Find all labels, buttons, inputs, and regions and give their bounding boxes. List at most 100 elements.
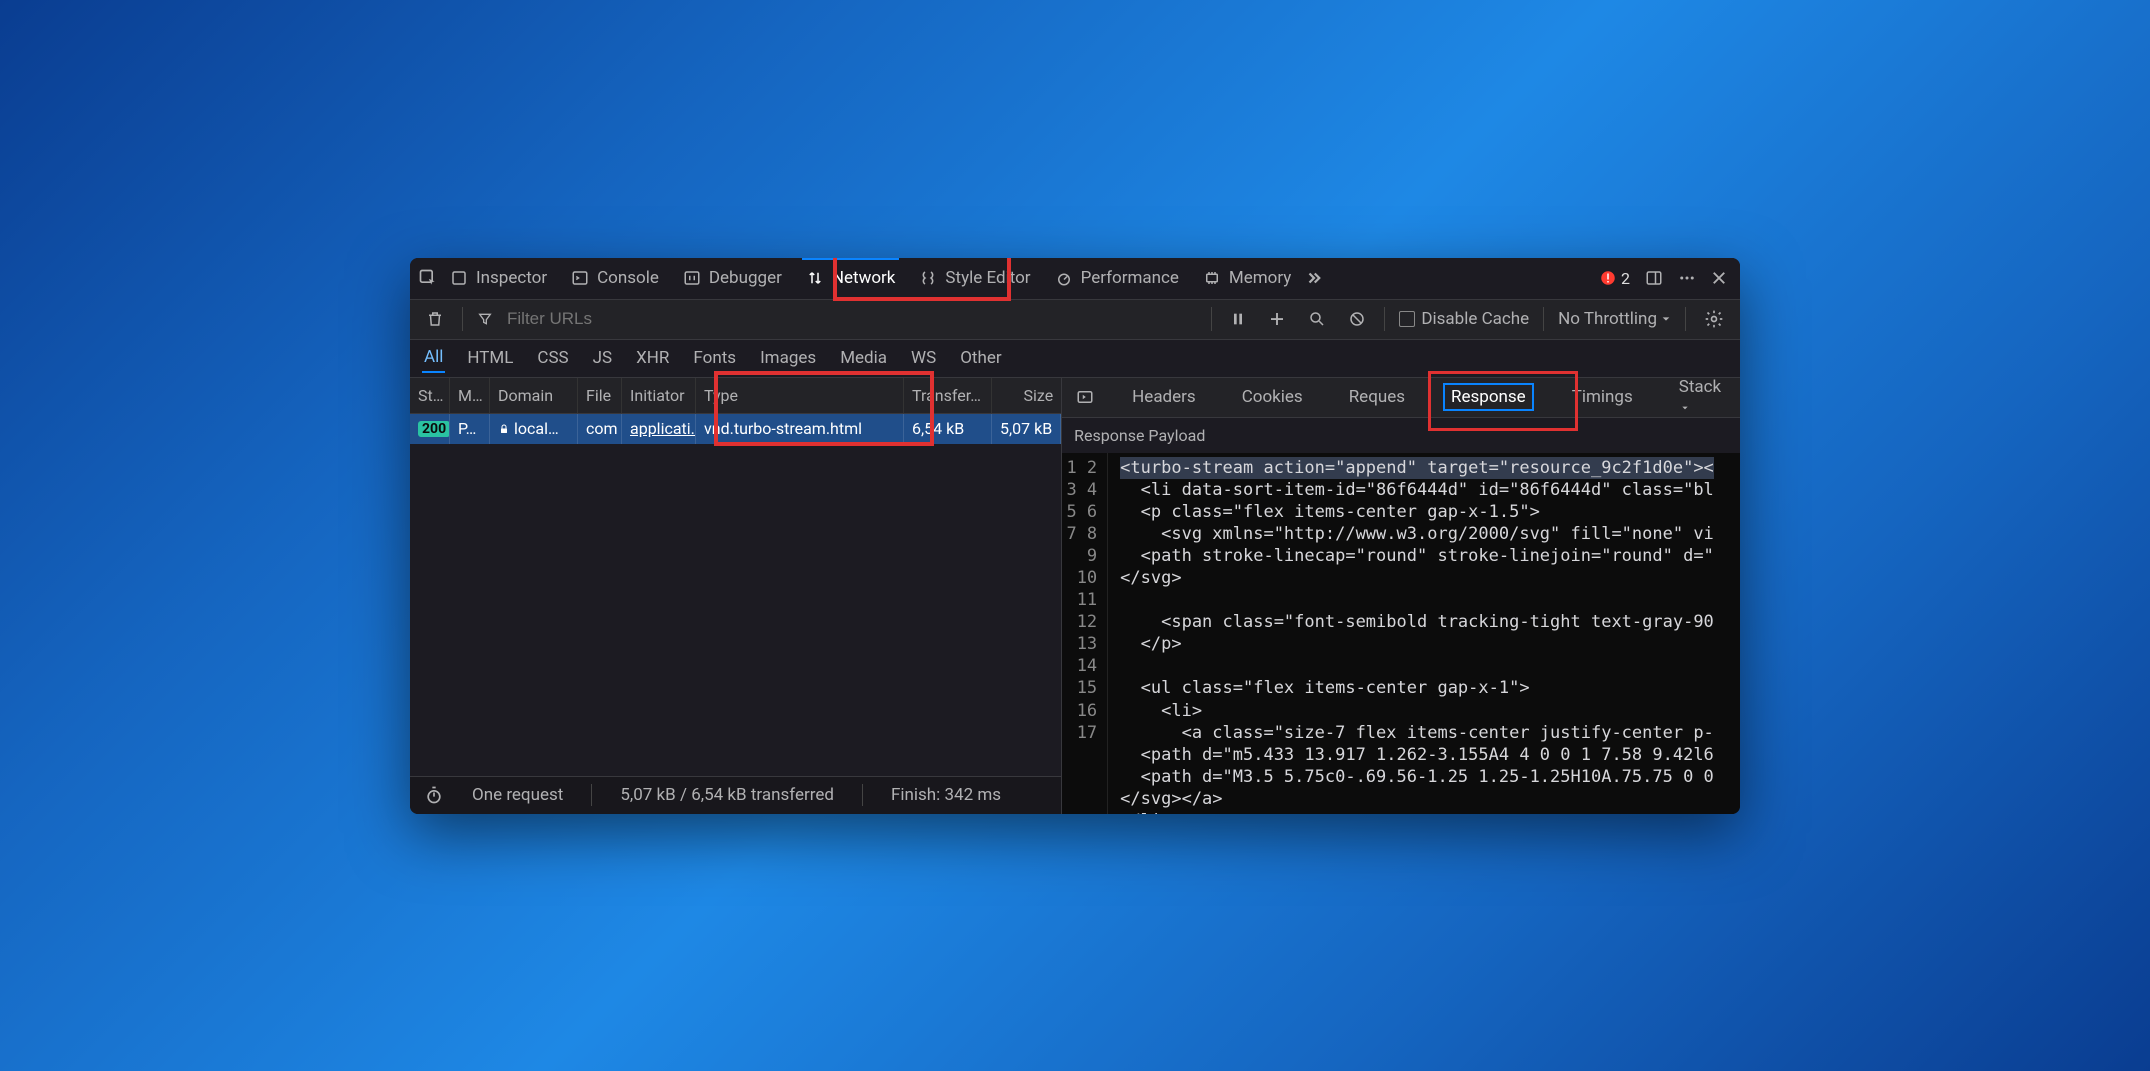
memory-icon [1203, 269, 1221, 287]
cell-file: com [578, 414, 622, 444]
dtab-stack[interactable]: Stack [1671, 373, 1729, 421]
gear-icon[interactable] [1700, 305, 1728, 333]
filter-xhr[interactable]: XHR [634, 344, 671, 372]
kebab-menu-icon[interactable] [1678, 269, 1696, 287]
col-size[interactable]: Size [992, 378, 1061, 413]
chevron-down-icon [1661, 314, 1671, 324]
tab-style-editor[interactable]: Style Editor [907, 258, 1042, 299]
cell-initiator[interactable]: applicati… [622, 414, 696, 444]
separator [862, 784, 863, 806]
filter-fonts[interactable]: Fonts [691, 344, 738, 372]
performance-icon [1055, 269, 1073, 287]
filter-urls-input[interactable] [507, 309, 647, 329]
tab-inspector[interactable]: Inspector [438, 258, 559, 299]
filter-js[interactable]: JS [591, 344, 614, 372]
separator [1543, 307, 1544, 331]
request-table-header: St… M… Domain File Initiator Type Transf… [410, 378, 1061, 414]
dtab-stack-label: Stack [1679, 377, 1721, 397]
tab-memory[interactable]: Memory [1191, 258, 1303, 299]
cell-method: P… [450, 414, 490, 444]
lock-icon [498, 423, 510, 435]
dtab-request[interactable]: Reques [1341, 383, 1413, 411]
code-lines[interactable]: <turbo-stream action="append" target="re… [1108, 453, 1740, 814]
error-badge[interactable]: 2 [1599, 269, 1630, 288]
col-type[interactable]: Type [696, 378, 904, 413]
separator [462, 307, 463, 331]
request-details-pane: Headers Cookies Reques Response Timings … [1062, 378, 1740, 814]
request-list-pane: St… M… Domain File Initiator Type Transf… [410, 378, 1062, 814]
tab-label: Performance [1081, 268, 1179, 288]
close-icon[interactable] [1710, 269, 1728, 287]
response-payload-title: Response Payload [1062, 418, 1740, 453]
filter-css[interactable]: CSS [535, 344, 570, 372]
separator [1211, 307, 1212, 331]
cell-status: 200 [410, 414, 450, 444]
filter-media[interactable]: Media [838, 344, 889, 372]
col-domain[interactable]: Domain [490, 378, 578, 413]
status-badge: 200 [418, 421, 450, 437]
disable-cache-checkbox[interactable]: Disable Cache [1399, 309, 1529, 329]
pick-element-icon[interactable] [418, 268, 438, 288]
request-row[interactable]: 200 P… local… com applicati… vnd.turbo-s… [410, 414, 1061, 444]
tab-network[interactable]: Network [794, 258, 908, 299]
col-status[interactable]: St… [410, 378, 450, 413]
tab-label: Memory [1229, 268, 1291, 288]
filter-other[interactable]: Other [958, 344, 1003, 372]
inspector-icon [450, 269, 468, 287]
tab-label: Debugger [709, 268, 782, 288]
network-toolbar: Disable Cache No Throttling [410, 300, 1740, 340]
tab-label: Style Editor [945, 268, 1030, 288]
tabs-overflow-icon[interactable] [1303, 269, 1325, 287]
filter-html[interactable]: HTML [465, 344, 515, 372]
status-transfer: 5,07 kB / 6,54 kB transferred [620, 785, 834, 805]
debugger-icon [683, 269, 701, 287]
response-code-viewer[interactable]: 1 2 3 4 5 6 7 8 9 10 11 12 13 14 15 16 1… [1062, 453, 1740, 814]
devtools-window: Inspector Console Debugger Network Style… [410, 258, 1740, 814]
plus-icon[interactable] [1264, 306, 1290, 332]
filter-ws[interactable]: WS [909, 344, 938, 372]
network-main-split: St… M… Domain File Initiator Type Transf… [410, 378, 1740, 814]
network-statusbar: One request 5,07 kB / 6,54 kB transferre… [410, 776, 1061, 814]
dtab-response[interactable]: Response [1443, 383, 1534, 411]
checkbox-icon [1399, 311, 1415, 327]
cell-type: vnd.turbo-stream.html [696, 414, 904, 444]
filter-all[interactable]: All [422, 343, 445, 373]
network-type-filter: All HTML CSS JS XHR Fonts Images Media W… [410, 340, 1740, 378]
tab-performance[interactable]: Performance [1043, 258, 1191, 299]
details-tabbar: Headers Cookies Reques Response Timings … [1062, 378, 1740, 418]
col-transferred[interactable]: Transfer… [904, 378, 992, 413]
col-method[interactable]: M… [450, 378, 490, 413]
raw-toggle-icon[interactable] [1076, 388, 1094, 406]
funnel-icon [477, 311, 493, 327]
search-icon[interactable] [1304, 306, 1330, 332]
tab-debugger[interactable]: Debugger [671, 258, 794, 299]
dock-side-icon[interactable] [1644, 269, 1664, 287]
disable-cache-label: Disable Cache [1421, 309, 1529, 329]
cell-size: 5,07 kB [992, 414, 1061, 444]
col-file[interactable]: File [578, 378, 622, 413]
separator [1384, 307, 1385, 331]
separator [591, 784, 592, 806]
dtab-timings[interactable]: Timings [1564, 383, 1641, 411]
pause-icon[interactable] [1226, 307, 1250, 331]
tab-label: Inspector [476, 268, 547, 288]
network-icon [806, 269, 824, 287]
chevron-down-icon [1681, 404, 1689, 412]
col-initiator[interactable]: Initiator [622, 378, 696, 413]
trash-icon[interactable] [422, 306, 448, 332]
tab-console[interactable]: Console [559, 258, 671, 299]
error-count: 2 [1621, 269, 1630, 288]
dtab-cookies[interactable]: Cookies [1234, 383, 1311, 411]
stopwatch-icon[interactable] [424, 785, 444, 805]
throttling-label: No Throttling [1558, 309, 1657, 329]
cell-transferred: 6,54 kB [904, 414, 992, 444]
error-icon [1599, 269, 1617, 287]
dtab-headers[interactable]: Headers [1124, 383, 1204, 411]
throttling-select[interactable]: No Throttling [1558, 309, 1671, 329]
cell-domain-text: local… [514, 419, 559, 438]
code-gutter: 1 2 3 4 5 6 7 8 9 10 11 12 13 14 15 16 1… [1062, 453, 1108, 814]
block-icon[interactable] [1344, 306, 1370, 332]
request-list-empty-area [410, 444, 1061, 776]
tab-label: Console [597, 268, 659, 288]
filter-images[interactable]: Images [758, 344, 818, 372]
